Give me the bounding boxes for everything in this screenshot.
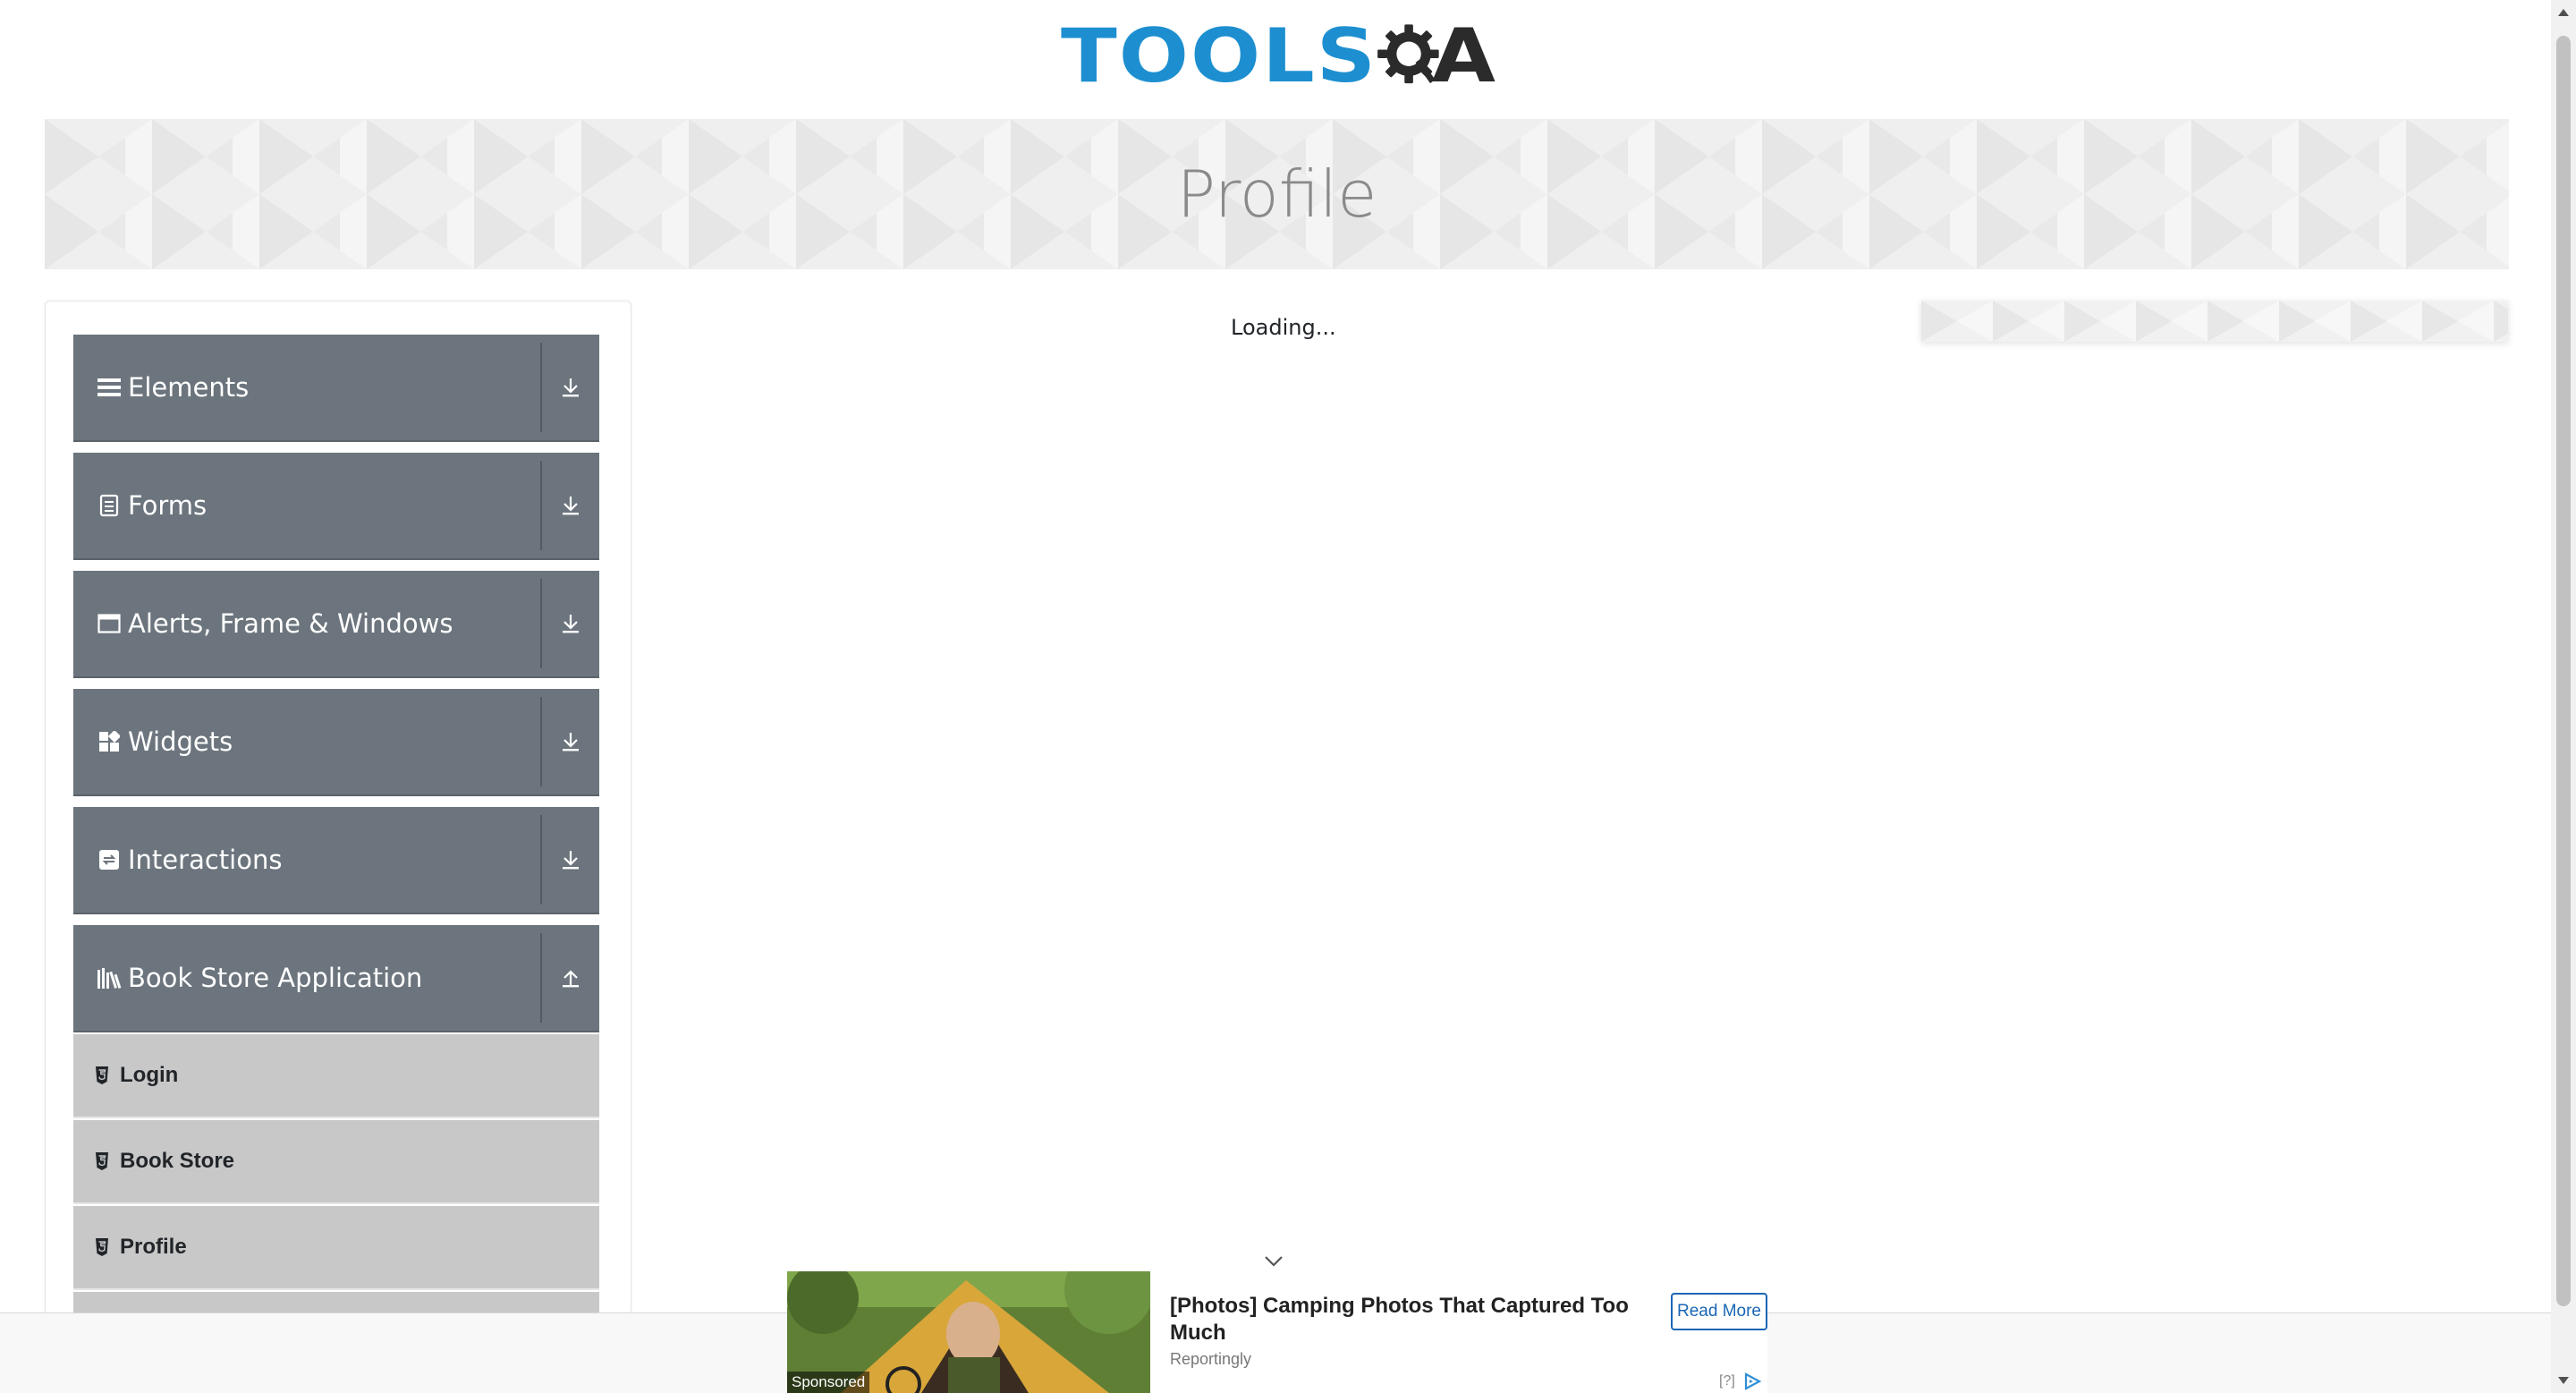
download-arrow-icon[interactable] [542, 571, 599, 676]
sidebar-group-label: Interactions [128, 845, 283, 875]
sidebar-item-label: Login [120, 1063, 179, 1087]
list-icon [96, 374, 123, 401]
download-arrow-icon[interactable] [542, 807, 599, 913]
upload-arrow-icon[interactable] [542, 925, 599, 1031]
sidebar-item-label: Profile [120, 1235, 187, 1259]
ad-unit[interactable]: Sponsored [Photos] Camping Photos That C… [787, 1271, 1767, 1393]
sidebar-group-label: Book Store Application [128, 963, 423, 993]
scroll-up-icon[interactable] [2558, 9, 2569, 16]
download-arrow-icon[interactable] [542, 335, 599, 440]
scroll-down-icon[interactable] [2558, 1377, 2569, 1384]
sidebar-group-forms[interactable]: Forms [73, 453, 599, 560]
sidebar-item-book-store[interactable]: Book Store [73, 1120, 599, 1204]
html5-icon [93, 1151, 111, 1172]
sidebar-group-interactions[interactable]: Interactions [73, 807, 599, 914]
books-icon [96, 964, 123, 991]
window-icon [96, 610, 123, 637]
sidebar-item-label: Book Store [120, 1149, 235, 1173]
read-more-button[interactable]: Read More [1671, 1293, 1767, 1330]
ad-image[interactable]: Sponsored [787, 1271, 1150, 1393]
sidebar-item-profile[interactable]: Profile [73, 1206, 599, 1290]
loading-text: Loading... [1231, 315, 1336, 340]
download-arrow-icon[interactable] [542, 453, 599, 558]
ad-info-link[interactable]: [?] [1719, 1373, 1735, 1389]
sidebar-group-book-store-application[interactable]: Book Store Application [73, 925, 599, 1032]
interactions-icon [96, 846, 123, 873]
right-banner-pattern [1921, 301, 2508, 342]
sidebar-group-widgets[interactable]: Widgets [73, 689, 599, 796]
chevron-down-icon[interactable] [1263, 1253, 1284, 1270]
sidebar-group-label: Elements [128, 372, 250, 403]
logo-text-tools: TOOLS [1061, 13, 1378, 99]
toolsqa-logo[interactable]: TOOLS A [1061, 7, 1496, 106]
scrollbar-thumb[interactable] [2556, 36, 2571, 1306]
download-arrow-icon[interactable] [542, 689, 599, 794]
ad-source: Reportingly [1170, 1350, 1252, 1368]
ad-title[interactable]: [Photos] Camping Photos That Captured To… [1170, 1293, 1653, 1346]
html5-icon [93, 1236, 111, 1258]
sidebar-group-label: Forms [128, 490, 208, 521]
sidebar-group-alerts-frame-windows[interactable]: Alerts, Frame & Windows [73, 571, 599, 678]
right-ad-banner[interactable] [1921, 301, 2508, 342]
page-title: Profile [1176, 157, 1377, 232]
page-banner: Profile [45, 119, 2509, 269]
sidebar-group-elements[interactable]: Elements [73, 335, 599, 442]
sidebar-group-label: Widgets [128, 726, 233, 757]
document-icon [96, 492, 123, 519]
adchoices-icon[interactable] [1742, 1372, 1762, 1391]
sidebar-item-login[interactable]: Login [73, 1034, 599, 1118]
sidebar-group-label: Alerts, Frame & Windows [128, 608, 453, 639]
page-scrollbar[interactable] [2551, 0, 2576, 1393]
html5-icon [93, 1065, 111, 1086]
sponsored-label: Sponsored [787, 1372, 870, 1393]
logo-text-a: A [1431, 13, 1496, 99]
widgets-icon [96, 728, 123, 755]
